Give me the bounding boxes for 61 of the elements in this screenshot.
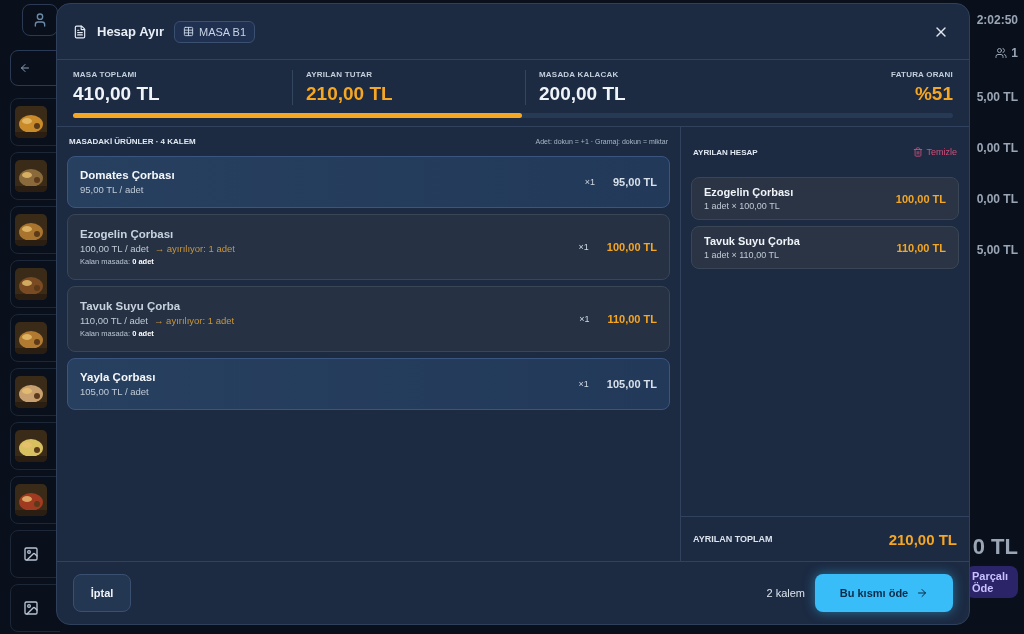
stat-label: AYRILAN TUTAR [306, 70, 374, 79]
price-text: 0,00 TL [976, 190, 1018, 208]
product-name: Ezogelin Çorbası [80, 228, 175, 240]
split-item-price: 100,00 TL [895, 192, 946, 205]
quantity-text: ×1 [578, 242, 589, 252]
product-card[interactable]: Domates Çorbası 95,00 TL / adet ×1 95,00 TL [67, 156, 670, 208]
users-icon [995, 47, 1008, 59]
quantity-text: ×1 [579, 314, 590, 324]
unit-price: 110,00 TL / adet [80, 315, 148, 326]
pay-button[interactable]: Bu kısmı öde [815, 574, 953, 612]
split-total-value: 210,00 TL [888, 530, 957, 548]
price-text: 0,00 TL [976, 139, 1018, 157]
product-name: Yayla Çorbası [80, 371, 157, 383]
stat-value: 210,00 TL [306, 83, 394, 105]
split-note: → ayırılıyor: 1 adet [153, 315, 235, 326]
trash-icon [913, 147, 924, 157]
unit-price: 95,00 TL / adet [80, 184, 144, 195]
split-item-detail: 1 adet × 110,00 TL [704, 250, 780, 260]
stat-value: 410,00 TL [73, 83, 161, 105]
split-item-detail: 1 adet × 100,00 TL [704, 201, 781, 211]
ratio-label: FATURA ORANI [891, 70, 953, 79]
product-name: Domates Çorbası [80, 169, 176, 181]
split-total-label: AYRILAN TOPLAM [693, 534, 773, 544]
split-item-card[interactable]: Ezogelin Çorbası 1 adet × 100,00 TL 100,00 TL [691, 177, 959, 220]
cancel-button[interactable]: İptal [73, 574, 131, 612]
section-title: AYRILAN HESAP [693, 147, 758, 157]
image-icon [23, 600, 39, 616]
stat-label: MASA TOPLAMI [73, 70, 138, 79]
total-amount: 0 TL [972, 534, 1018, 560]
product-card[interactable]: Yayla Çorbası 105,00 TL / adet ×1 105,00 TL [67, 358, 670, 410]
quantity-text: ×1 [584, 177, 595, 187]
table-badge: MASA B1 [173, 20, 256, 43]
ratio-value: %51 [914, 83, 953, 105]
price-text: 5,00 TL [976, 88, 1018, 106]
split-item-price: 110,00 TL [896, 241, 946, 254]
guest-count: 1 [995, 38, 1018, 68]
quantity-text: ×1 [578, 379, 589, 389]
dialog-title: Hesap Ayır [97, 24, 164, 39]
document-icon [73, 24, 87, 39]
image-icon [23, 546, 39, 562]
product-price: 105,00 TL [606, 378, 657, 390]
split-note: → ayırılıyor: 1 adet [154, 243, 235, 254]
arrow-left-icon [19, 62, 31, 74]
user-icon [32, 12, 48, 28]
clock-text: 2:02:50 [976, 12, 1018, 29]
arrow-right-icon [916, 587, 929, 599]
split-item-card[interactable]: Tavuk Suyu Çorba 1 adet × 110,00 TL 110,00 TL [691, 226, 959, 269]
split-item-name: Ezogelin Çorbası [704, 186, 795, 198]
stat-value: 200,00 TL [539, 83, 627, 105]
product-name: Tavuk Suyu Çorba [80, 300, 182, 312]
price-text: 5,00 TL [976, 241, 1018, 259]
unit-price: 100,00 TL / adet [80, 243, 149, 254]
unit-price: 105,00 TL / adet [80, 386, 149, 397]
clear-button[interactable]: Temizle [913, 147, 957, 157]
product-price: 95,00 TL [612, 176, 657, 188]
section-title: MASADAKİ ÜRÜNLER · 4 KALEM [69, 137, 196, 146]
item-count: 2 kalem [766, 587, 805, 599]
stat-label: MASADA KALACAK [539, 70, 620, 79]
product-price: 100,00 TL [606, 241, 657, 253]
product-price: 110,00 TL [607, 313, 657, 325]
split-item-name: Tavuk Suyu Çorba [704, 235, 801, 247]
